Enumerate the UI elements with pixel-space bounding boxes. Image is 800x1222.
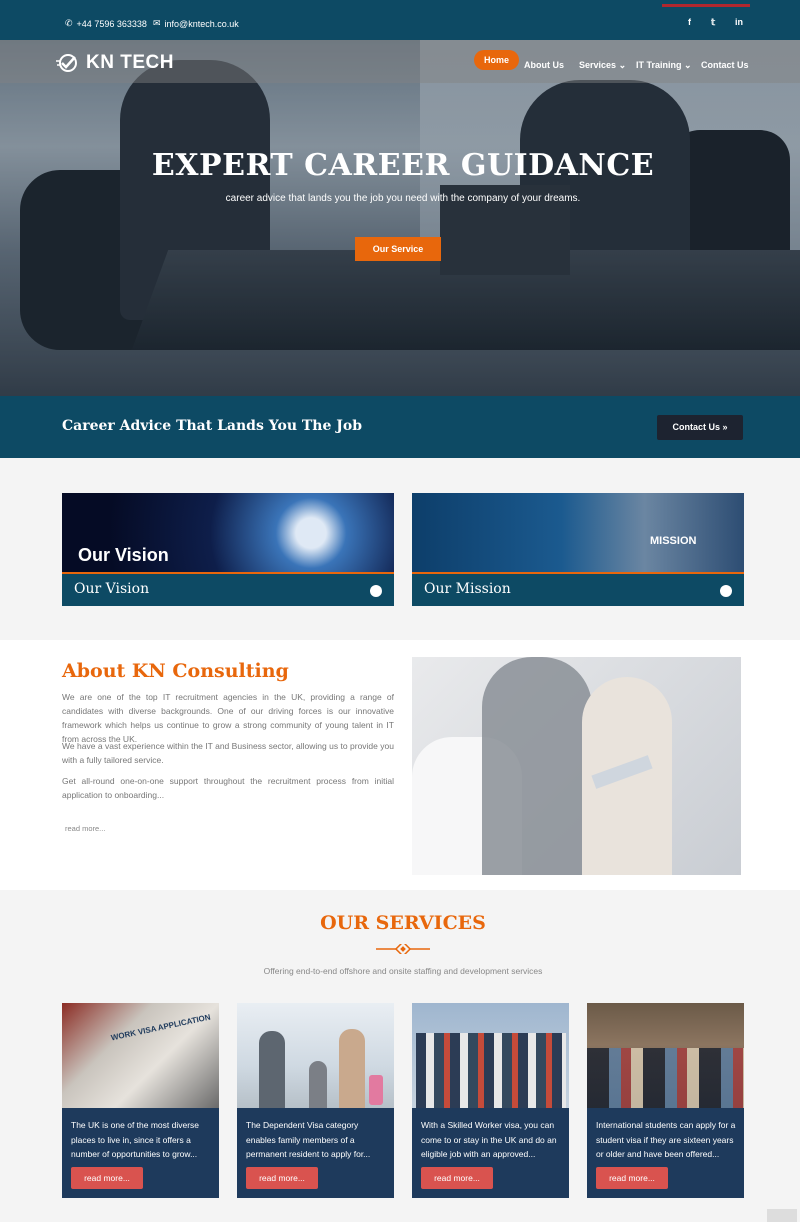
skilled-worker-group [416,1033,566,1108]
nav-it-training[interactable]: IT Training ⌄ [636,60,692,71]
double-chevron-right-icon: » [722,422,728,432]
vision-accent-bar [62,572,394,574]
about-read-more-link[interactable]: read more... [65,824,105,833]
about-image-person-center [482,657,592,875]
read-more-button[interactable]: read more... [246,1167,318,1189]
student-visa-group [587,1048,744,1108]
work-visa-image: WORK VISA APPLICATION [62,1003,219,1108]
hero-shade [0,40,800,396]
services-subtitle: Offering end-to-end offshore and onsite … [263,966,543,976]
mission-accent-bar [412,572,744,574]
dependent-visa-person-3 [339,1029,365,1108]
about-paragraph-2: We have a vast experience within the IT … [62,741,394,765]
about-image [412,657,741,875]
mission-image [412,493,744,573]
scroll-to-top-button[interactable] [767,1209,797,1222]
hero-banner [0,40,800,396]
nav-contact-us[interactable]: Contact Us [701,60,749,70]
nav-about-us[interactable]: About Us [524,60,564,70]
nav-it-training-label: IT Training [636,60,682,70]
contact-us-label: Contact Us [672,422,720,432]
read-more-button[interactable]: read more... [421,1167,493,1189]
about-paragraph-3: Get all-round one-on-one support through… [62,776,394,800]
phone-contact[interactable]: ✆ +44 7596 363338 [65,18,147,29]
chevron-down-icon: ⌄ [684,60,692,70]
hero-title: EXPERT CAREER GUIDANCE [151,148,655,183]
envelope-icon: ✉ [153,18,161,28]
email-contact[interactable]: ✉ info@kntech.co.uk [153,18,239,29]
dependent-visa-suitcase [369,1075,383,1105]
top-accent-line [662,4,750,7]
globe-icon [370,585,382,597]
mission-label: Our Mission [424,581,511,597]
contact-us-button[interactable]: Contact Us » [657,415,743,440]
about-paragraph-1: We are one of the top IT recruitment age… [62,692,394,744]
services-title: OUR SERVICES [320,912,486,934]
vision-image-caption: Our Vision [78,545,169,565]
nav-services[interactable]: Services ⌄ [579,60,626,71]
mission-card[interactable]: MISSION Our Mission [412,493,744,606]
service-text: The Dependent Visa category enables fami… [246,1120,371,1159]
hero-subtitle: career advice that lands you the job you… [225,193,581,204]
skilled-worker-image [412,1003,569,1108]
email-address: info@kntech.co.uk [164,18,239,29]
twitter-icon[interactable]: 𝕥 [711,17,715,28]
service-text: The UK is one of the most diverse places… [71,1120,200,1159]
mission-image-caption: MISSION [650,535,697,547]
dependent-visa-person-2 [309,1061,327,1108]
site-logo[interactable]: KN TECH [56,52,174,74]
service-text: International students can apply for a s… [596,1120,736,1159]
phone-icon: ✆ [65,18,73,28]
cta-title: Career Advice That Lands You The Job [62,418,363,434]
logo-check-icon [56,54,77,72]
nav-home[interactable]: Home [474,50,520,70]
read-more-button[interactable]: read more... [71,1167,143,1189]
nav-services-label: Services [579,60,617,70]
service-text: With a Skilled Worker visa, you can come… [421,1120,557,1159]
globe-icon [720,585,732,597]
logo-text: KN TECH [86,52,174,73]
work-visa-form-label: WORK VISA APPLICATION [110,1012,212,1043]
vision-label: Our Vision [74,581,150,597]
chevron-down-icon: ⌄ [618,60,627,70]
read-more-button[interactable]: read more... [596,1167,668,1189]
top-bar: ✆ +44 7596 363338 ✉ info@kntech.co.uk f … [0,0,800,40]
phone-number: +44 7596 363338 [76,18,147,29]
vision-card[interactable]: Our Vision Our Vision [62,493,394,606]
facebook-icon[interactable]: f [688,17,691,27]
our-service-button[interactable]: Our Service [355,237,441,261]
student-visa-image [587,1003,744,1108]
dependent-visa-image [237,1003,394,1108]
linkedin-icon[interactable]: in [735,17,743,27]
diamond-divider-icon [376,944,430,954]
dependent-visa-person-1 [259,1031,285,1108]
about-title: About KN Consulting [62,660,289,682]
